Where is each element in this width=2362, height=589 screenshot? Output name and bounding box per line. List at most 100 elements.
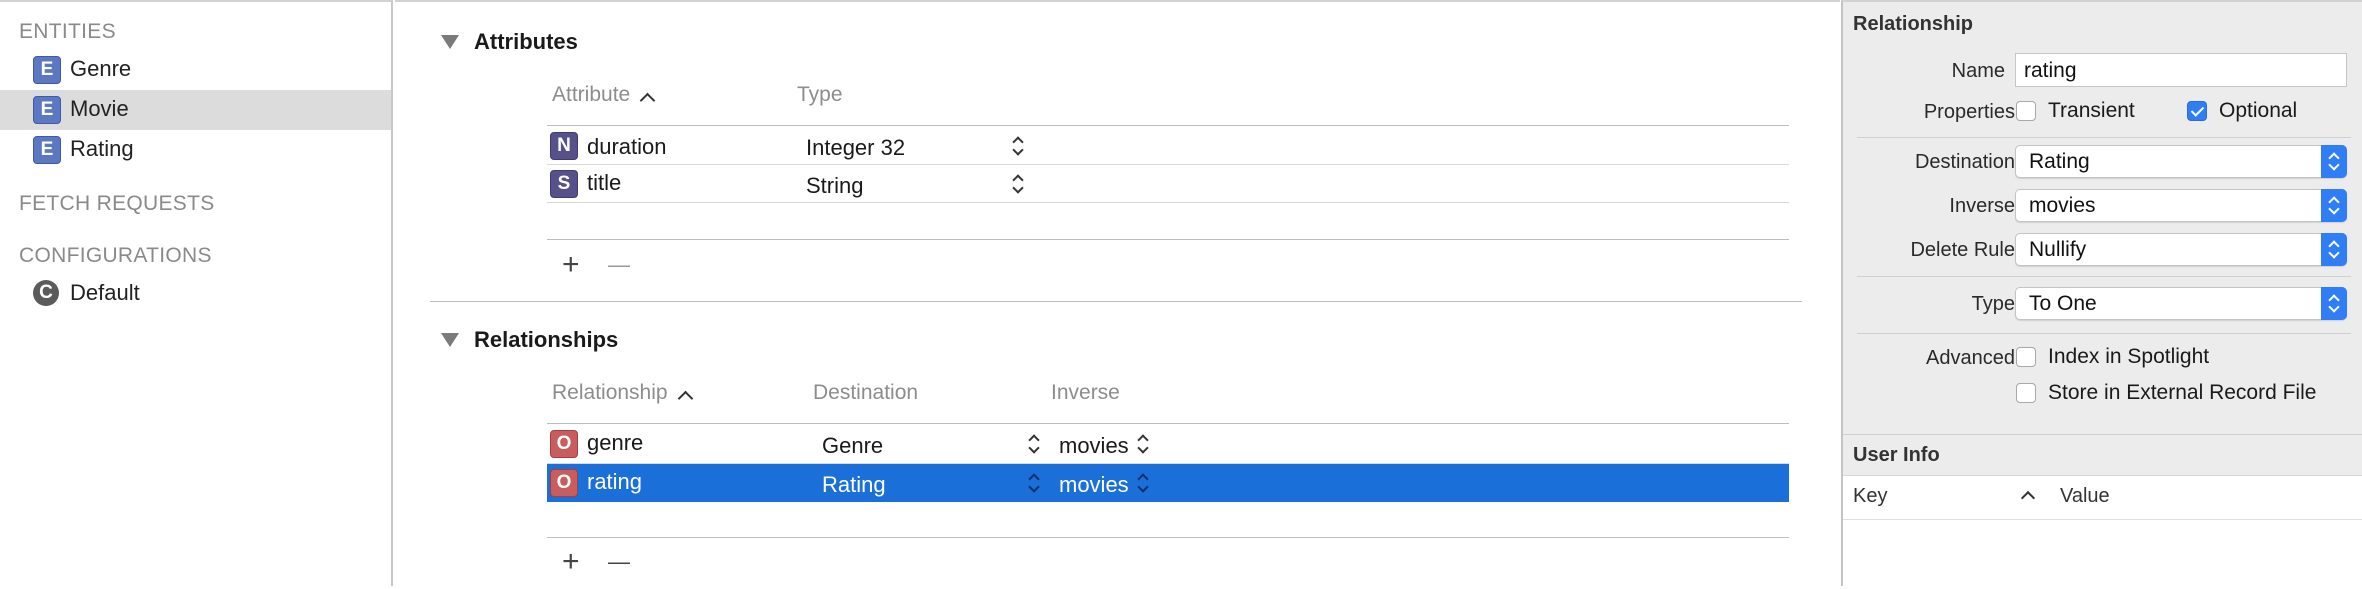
user-info-panel: User Info Key Value: [1843, 434, 2362, 589]
sidebar-item-label: Movie: [70, 96, 129, 121]
delete-rule-value: Nullify: [2029, 238, 2087, 261]
delete-rule-popup[interactable]: Nullify: [2015, 233, 2347, 266]
number-attribute-icon: N: [550, 132, 578, 160]
destination-popup[interactable]: Rating: [2015, 145, 2347, 178]
destination-value: Rating: [2029, 150, 2090, 173]
sort-ascending-icon: [2020, 490, 2036, 506]
sidebar-item-rating[interactable]: E Rating: [0, 130, 391, 170]
inverse-column-header[interactable]: Inverse: [1051, 381, 1120, 405]
inverse-stepper-icon[interactable]: [1137, 433, 1149, 455]
transient-label: Transient: [2048, 99, 2135, 122]
popup-arrows-icon: [2321, 287, 2347, 320]
sidebar-item-default[interactable]: C Default: [0, 274, 391, 314]
divider: [547, 202, 1789, 203]
relationship-inverse[interactable]: movies: [1059, 472, 1129, 498]
sidebar-item-label: Genre: [70, 56, 132, 81]
disclosure-triangle-icon[interactable]: [441, 333, 459, 347]
divider: [547, 125, 1789, 126]
divider: [547, 537, 1789, 538]
attribute-name: title: [587, 170, 622, 195]
popup-arrows-icon: [2321, 145, 2347, 178]
sort-ascending-icon: [677, 390, 693, 407]
type-stepper-icon[interactable]: [1012, 135, 1024, 157]
attribute-type[interactable]: Integer 32: [806, 135, 905, 161]
entity-editor: Attributes Attribute Type N duration Int…: [395, 0, 1840, 586]
add-relationship-button[interactable]: +: [562, 547, 580, 577]
inverse-popup[interactable]: movies: [2015, 189, 2347, 222]
user-info-header-bar: User Info: [1843, 435, 2362, 476]
type-label: Type: [1971, 293, 2015, 315]
disclosure-triangle-icon[interactable]: [441, 35, 459, 49]
destination-stepper-icon[interactable]: [1028, 472, 1040, 494]
relationship-icon: O: [550, 469, 578, 497]
configurations-header: CONFIGURATIONS: [19, 244, 212, 267]
type-stepper-icon[interactable]: [1012, 173, 1024, 195]
section-divider: [430, 301, 1802, 302]
popup-arrows-icon: [2321, 233, 2347, 266]
attribute-column-header[interactable]: Attribute: [552, 83, 656, 109]
store-external-record-label: Store in External Record File: [2048, 381, 2317, 404]
key-column-header[interactable]: Key: [1853, 485, 1887, 508]
sidebar-item-label: Rating: [70, 136, 134, 161]
configuration-icon: C: [33, 280, 59, 306]
remove-relationship-button[interactable]: —: [608, 547, 630, 577]
entity-sidebar: ENTITIES E Genre E Movie E Rating FETCH …: [0, 0, 393, 586]
inverse-stepper-icon[interactable]: [1137, 472, 1149, 494]
relationship-icon: O: [550, 430, 578, 458]
divider: [1857, 276, 2351, 277]
divider: [1857, 333, 2351, 334]
value-column-header[interactable]: Value: [2060, 485, 2110, 508]
relationship-name: genre: [587, 430, 644, 455]
popup-arrows-icon: [2321, 189, 2347, 222]
relationships-section-title: Relationships: [474, 327, 619, 352]
destination-column-header[interactable]: Destination: [813, 381, 918, 405]
name-label: Name: [1951, 60, 2005, 82]
properties-label: Properties: [1923, 101, 2015, 123]
user-info-header: User Info: [1853, 444, 1940, 466]
optional-checkbox[interactable]: [2187, 101, 2207, 121]
name-field[interactable]: rating: [2015, 53, 2347, 87]
type-value: To One: [2029, 292, 2097, 315]
relationship-inverse[interactable]: movies: [1059, 433, 1129, 459]
delete-rule-label: Delete Rule: [1910, 239, 2015, 261]
divider: [547, 239, 1789, 240]
inverse-label: Inverse: [1949, 195, 2015, 217]
attribute-type[interactable]: String: [806, 173, 863, 199]
add-attribute-button[interactable]: +: [562, 250, 580, 280]
relationship-row-rating[interactable]: O rating Rating movies: [547, 464, 1789, 502]
attribute-name: duration: [587, 134, 667, 159]
inspector-header: Relationship: [1853, 13, 1974, 35]
divider: [1843, 519, 2362, 520]
attribute-column-label: Attribute: [552, 83, 631, 106]
entity-icon: E: [33, 136, 61, 164]
fetch-requests-header: FETCH REQUESTS: [19, 192, 215, 215]
advanced-label: Advanced: [1926, 347, 2015, 369]
sidebar-item-movie[interactable]: E Movie: [0, 90, 391, 130]
relationship-inspector: Relationship Name rating Properties Tran…: [1841, 0, 2362, 589]
destination-stepper-icon[interactable]: [1028, 433, 1040, 455]
relationship-column-header[interactable]: Relationship: [552, 381, 693, 407]
relationship-row-genre[interactable]: O genre Genre movies: [547, 425, 1789, 463]
sort-ascending-icon: [639, 92, 656, 109]
index-in-spotlight-label: Index in Spotlight: [2048, 345, 2210, 368]
index-in-spotlight-checkbox[interactable]: [2016, 347, 2036, 367]
entity-icon: E: [33, 56, 61, 84]
divider: [1857, 137, 2351, 138]
type-column-header[interactable]: Type: [797, 83, 843, 107]
entity-icon: E: [33, 96, 61, 124]
remove-attribute-button[interactable]: —: [608, 250, 630, 280]
attribute-row-duration[interactable]: N duration Integer 32: [547, 127, 1789, 165]
attributes-section-title: Attributes: [474, 29, 578, 54]
inverse-value: movies: [2029, 194, 2096, 217]
destination-label: Destination: [1914, 151, 2015, 173]
string-attribute-icon: S: [550, 170, 578, 198]
transient-checkbox[interactable]: [2016, 101, 2036, 121]
type-popup[interactable]: To One: [2015, 287, 2347, 320]
relationship-column-label: Relationship: [552, 381, 668, 404]
store-external-record-checkbox[interactable]: [2016, 383, 2036, 403]
entities-header: ENTITIES: [19, 20, 116, 43]
relationship-destination[interactable]: Rating: [822, 472, 886, 498]
sidebar-item-genre[interactable]: E Genre: [0, 50, 391, 90]
attribute-row-title[interactable]: S title String: [547, 165, 1789, 203]
relationship-destination[interactable]: Genre: [822, 433, 883, 459]
